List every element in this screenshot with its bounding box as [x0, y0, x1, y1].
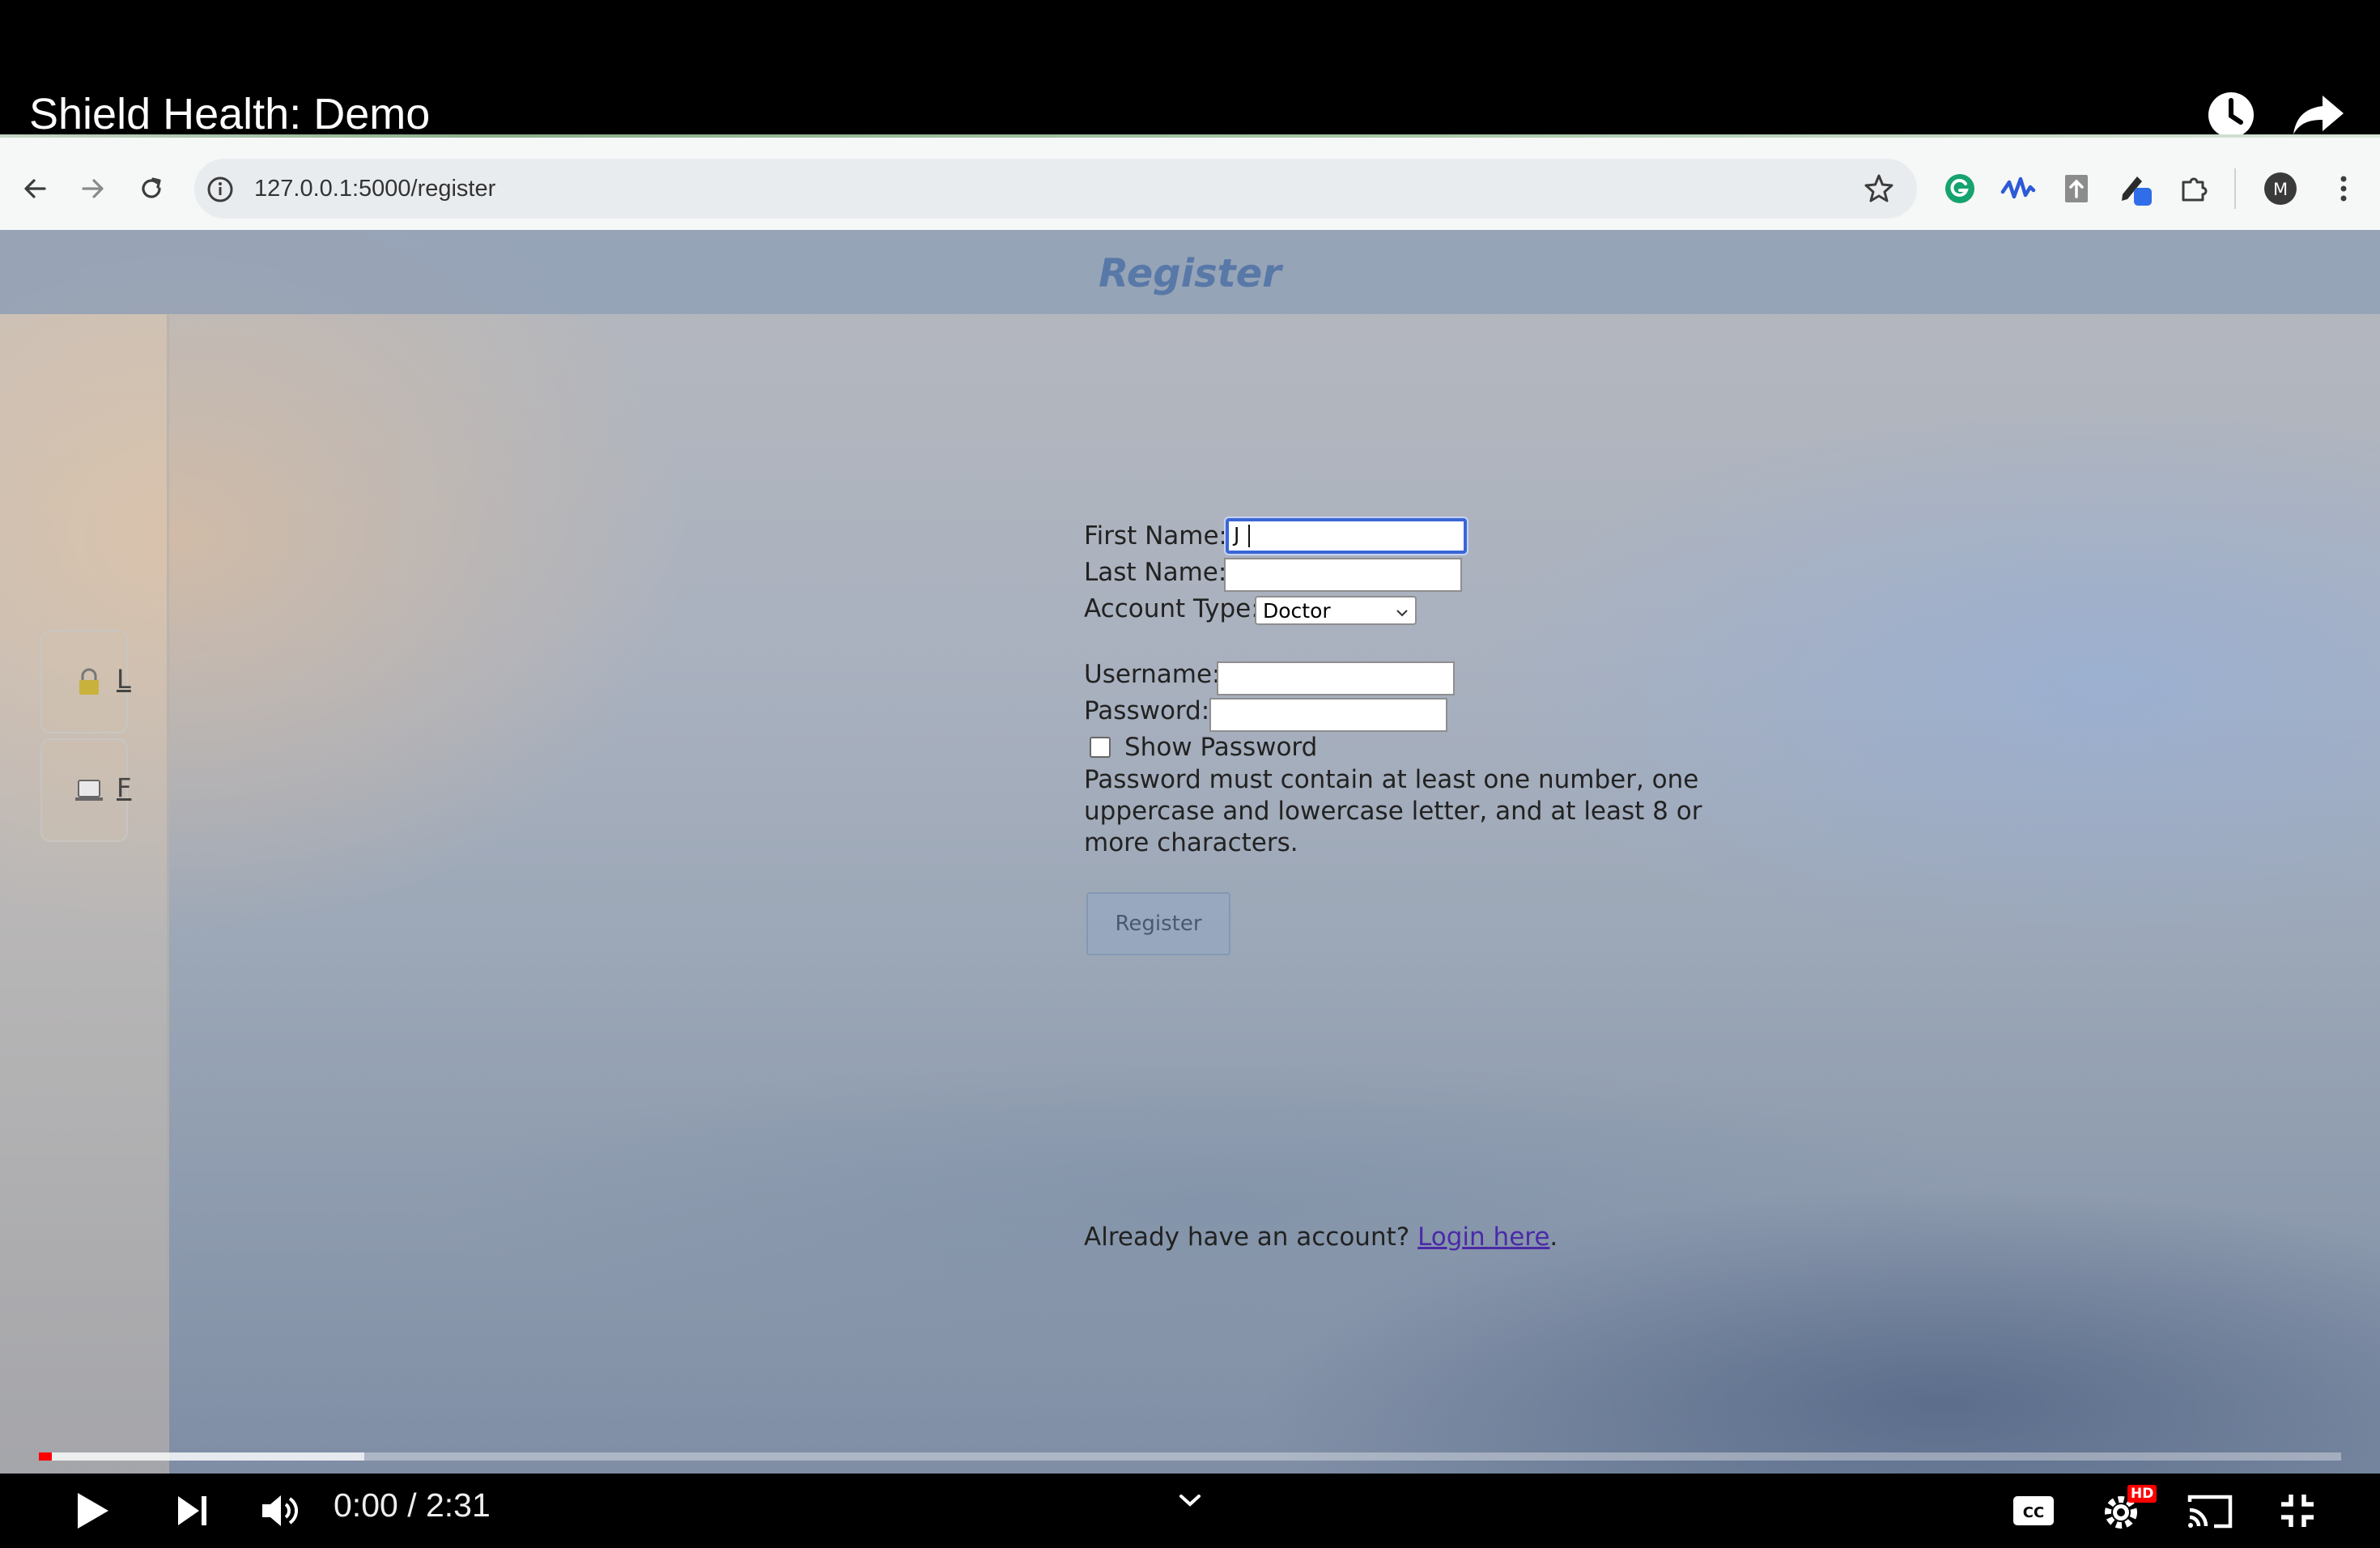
- cast-icon[interactable]: [2178, 1478, 2242, 1543]
- next-icon[interactable]: [160, 1478, 225, 1543]
- laptop-icon: [73, 774, 105, 806]
- account-type-label: Account Type:: [1084, 594, 1260, 623]
- kebab-menu-icon[interactable]: [2320, 165, 2367, 212]
- account-type-value: Doctor: [1263, 598, 1331, 623]
- first-name-label: First Name:: [1084, 521, 1227, 551]
- login-suffix: .: [1549, 1223, 1558, 1252]
- text-caret: [1248, 525, 1250, 547]
- last-name-field[interactable]: [1224, 558, 1462, 592]
- grammarly-icon[interactable]: [1936, 165, 1983, 212]
- reload-icon[interactable]: [126, 164, 176, 214]
- lock-icon: [73, 666, 105, 698]
- show-password-checkbox[interactable]: [1090, 737, 1111, 758]
- username-label: Username:: [1084, 660, 1221, 689]
- captions-icon[interactable]: CC: [2001, 1478, 2066, 1543]
- last-name-label: Last Name:: [1084, 558, 1227, 587]
- login-prompt: Already have an account? Login here.: [1084, 1223, 1558, 1252]
- volume-icon[interactable]: [248, 1478, 312, 1543]
- progress-buffered: [39, 1452, 364, 1461]
- exit-fullscreen-icon[interactable]: [2265, 1478, 2330, 1543]
- password-requirements-text: Password must contain at least one numbe…: [1084, 765, 1702, 857]
- svg-text:CC: CC: [2023, 1504, 2044, 1521]
- forward-icon[interactable]: [68, 164, 118, 214]
- register-button[interactable]: Register: [1086, 892, 1230, 955]
- account-type-select[interactable]: Doctor: [1255, 596, 1417, 625]
- chevron-down-icon: [1394, 602, 1410, 626]
- back-icon[interactable]: [10, 164, 60, 214]
- play-icon[interactable]: [60, 1478, 125, 1543]
- extension-pen-icon[interactable]: [2113, 165, 2160, 212]
- password-field[interactable]: [1209, 698, 1447, 732]
- extension-upload-icon[interactable]: [2053, 165, 2100, 212]
- bookmark-star-icon[interactable]: [1862, 172, 1896, 206]
- login-link[interactable]: Login here: [1417, 1223, 1549, 1252]
- show-password-label[interactable]: Show Password: [1124, 733, 1317, 762]
- sidebar: L F: [0, 314, 169, 1474]
- url-text[interactable]: 127.0.0.1:5000/register: [254, 176, 495, 202]
- username-field[interactable]: [1217, 661, 1455, 695]
- extensions-puzzle-icon[interactable]: [2171, 165, 2218, 212]
- time-display: 0:00 / 2:31: [334, 1486, 491, 1524]
- chevron-down-icon[interactable]: [1158, 1469, 1222, 1533]
- login-prompt-text: Already have an account?: [1084, 1223, 1410, 1252]
- sidebar-item-label: L: [117, 664, 131, 695]
- progress-bar[interactable]: [39, 1452, 2341, 1461]
- sidebar-item-label: F: [117, 772, 132, 803]
- password-label: Password:: [1084, 696, 1210, 725]
- video-title[interactable]: Shield Health: Demo: [29, 89, 430, 139]
- progress-played: [39, 1452, 52, 1461]
- first-name-field[interactable]: J: [1224, 517, 1468, 555]
- toolbar-divider: [2234, 168, 2236, 209]
- sidebar-item-laptop[interactable]: F: [40, 738, 132, 842]
- profile-initial: M: [2273, 180, 2288, 199]
- site-info-icon[interactable]: [206, 175, 235, 204]
- profile-avatar[interactable]: M: [2257, 165, 2304, 212]
- page-content: Register L F First Name: J Last Name: Ac…: [0, 230, 2380, 1474]
- settings-icon[interactable]: HD: [2093, 1478, 2158, 1543]
- first-name-value: J: [1234, 523, 1240, 546]
- sidebar-item-lock[interactable]: L: [40, 630, 131, 734]
- page-title: Register: [1099, 251, 1281, 296]
- extension-wave-icon[interactable]: [1995, 165, 2042, 212]
- hd-badge: HD: [2127, 1485, 2157, 1503]
